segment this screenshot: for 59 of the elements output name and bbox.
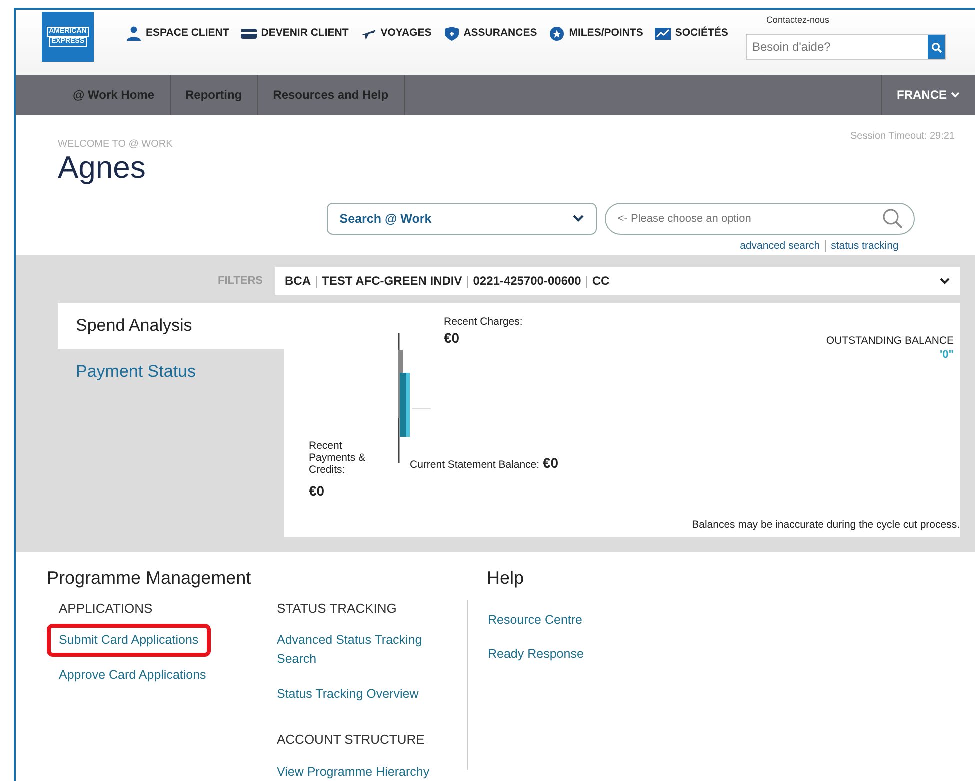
section-title: Help	[487, 568, 526, 590]
search-icon	[882, 208, 904, 230]
card-icon	[241, 26, 258, 42]
statement-balance-value: €0	[542, 455, 558, 471]
session-timeout: Session Timeout: 29:21	[850, 130, 955, 144]
help-link[interactable]: Ready Response	[476, 638, 596, 672]
badge-icon	[549, 26, 566, 42]
filter-value: 0221-425700-00600	[473, 274, 582, 288]
search-icon	[930, 42, 943, 54]
shield-icon	[444, 26, 460, 42]
top-nav-link[interactable]: DEVENIR CLIENT	[241, 26, 349, 42]
filter-value: BCA	[285, 274, 312, 288]
recent-charges-value: €0	[444, 330, 461, 345]
filter-value: TEST AFC-GREEN INDIV	[322, 274, 462, 288]
menu-tab[interactable]: Resources and Help	[258, 75, 405, 115]
recent-charges-label: Recent Charges:	[444, 315, 523, 330]
top-nav-link[interactable]: MILES/POINTS	[549, 26, 644, 42]
group-heading: STATUS TRACKING	[277, 600, 398, 618]
top-nav-link[interactable]: VOYAGES	[360, 26, 432, 42]
help-search-box[interactable]: Besoin d'aide?	[746, 34, 946, 60]
search-button[interactable]	[928, 35, 946, 59]
side-tab[interactable]: Spend Analysis	[58, 303, 284, 349]
outstanding-balance-label: OUTSTANDING BALANCE	[826, 334, 954, 349]
group-heading: APPLICATIONS	[59, 600, 154, 618]
search-link[interactable]: advanced search	[740, 240, 820, 252]
recent-payments-value: €0	[309, 482, 325, 501]
top-nav-link[interactable]: ASSURANCES	[444, 26, 538, 42]
person-icon	[126, 26, 142, 42]
filter-value: CC	[592, 274, 610, 288]
menu-tab[interactable]: @ Work Home	[58, 75, 170, 115]
statement-balance-label: Current Statement Balance:	[410, 459, 540, 471]
help-link[interactable]: Resource Centre	[476, 604, 596, 636]
recent-payments-label: Recent Payments & Credits:	[309, 440, 367, 476]
group-heading: ACCOUNT STRUCTURE	[277, 731, 426, 750]
filters-label: FILTERS	[218, 274, 264, 289]
chart-icon	[655, 26, 672, 42]
section-title: Programme Management	[47, 568, 252, 590]
programme-link[interactable]: Advanced Status Tracking Search	[265, 624, 455, 676]
chevron-down-icon	[572, 215, 584, 223]
welcome-label: WELCOME TO @ WORK	[58, 138, 173, 152]
user-name: Agnes	[58, 152, 147, 183]
side-tab[interactable]: Payment Status	[58, 349, 284, 395]
balance-note: Balances may be inaccurate during the cycle cut process.	[692, 518, 960, 534]
chevron-down-icon	[951, 92, 960, 98]
search-link[interactable]: status tracking	[831, 240, 899, 252]
country-selector[interactable]: FRANCE	[881, 75, 975, 115]
search-box[interactable]: <- Please choose an option	[604, 203, 915, 235]
programme-link[interactable]: View Programme Hierarchy	[265, 756, 455, 781]
menu-tab[interactable]: Reporting	[170, 75, 258, 115]
contact-link[interactable]: Contactez-nous	[766, 14, 830, 28]
filters-dropdown[interactable]: BCA TEST AFC-GREEN INDIV 0221-425700-00600 CC	[275, 267, 960, 295]
search-scope-dropdown[interactable]: Search @ Work	[326, 203, 597, 235]
programme-link[interactable]: Approve Card Applications	[47, 658, 218, 692]
programme-link[interactable]: Submit Card Applications	[47, 624, 211, 657]
outstanding-balance-value: '0"	[939, 350, 954, 361]
chevron-down-icon	[940, 278, 950, 284]
top-nav-link[interactable]: SOCIÉTÉS	[655, 26, 728, 42]
programme-link[interactable]: Status Tracking Overview	[265, 678, 455, 710]
top-nav-link[interactable]: ESPACE CLIENT	[126, 26, 230, 42]
